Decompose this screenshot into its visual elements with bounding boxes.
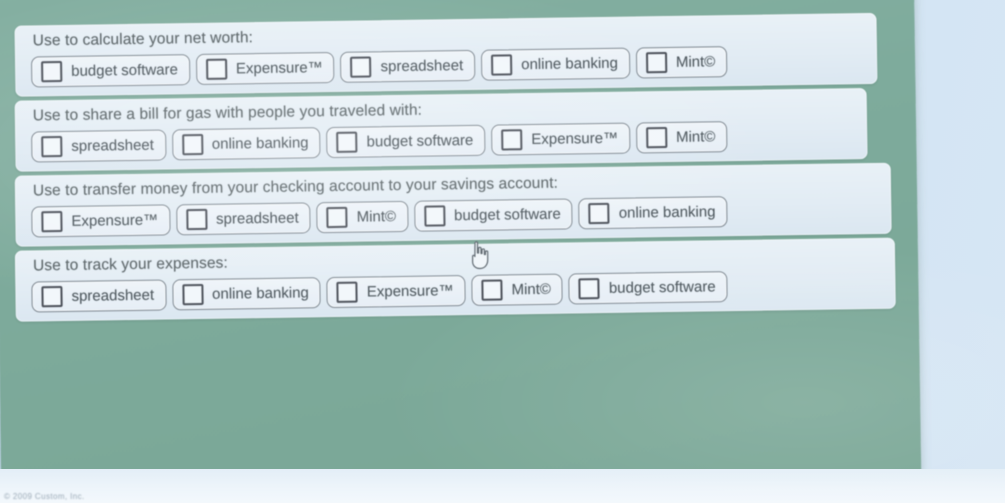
question-card: Use to track your expenses: spreadsheet … xyxy=(14,237,896,322)
checkbox-icon[interactable] xyxy=(41,286,63,308)
option-label: spreadsheet xyxy=(380,57,464,76)
option-label: budget software xyxy=(453,205,561,225)
option-label: budget software xyxy=(71,61,179,80)
checkbox-icon[interactable] xyxy=(336,131,358,153)
option-label: Expensure™ xyxy=(366,282,454,301)
option-button[interactable]: budget software xyxy=(413,198,574,232)
quiz-card-list: Use to calculate your net worth: budget … xyxy=(0,0,921,487)
checkbox-icon[interactable] xyxy=(491,54,513,76)
checkbox-icon[interactable] xyxy=(205,58,228,80)
option-button[interactable]: spreadsheet xyxy=(31,279,167,313)
checkbox-icon[interactable] xyxy=(350,56,372,78)
photo-blur-layer: Use to calculate your net worth: budget … xyxy=(0,0,1005,503)
checkbox-icon[interactable] xyxy=(588,202,610,225)
checkbox-icon[interactable] xyxy=(501,129,523,151)
option-label: online banking xyxy=(211,284,309,303)
option-label: online banking xyxy=(618,203,716,222)
option-row: Expensure™ spreadsheet Mint© budget soft… xyxy=(31,194,881,238)
pointing-hand-cursor xyxy=(472,241,489,270)
option-label: Mint© xyxy=(511,280,552,299)
question-card: Use to transfer money from your checking… xyxy=(14,162,892,247)
option-row: budget software Expensure™ spreadsheet o… xyxy=(30,44,867,88)
option-button[interactable]: Expensure™ xyxy=(31,204,171,238)
option-button[interactable]: Mint© xyxy=(635,46,728,79)
checkbox-icon[interactable] xyxy=(185,208,208,231)
option-button[interactable]: Mint© xyxy=(316,200,409,234)
bottom-strip xyxy=(0,469,1005,503)
option-label: Mint© xyxy=(356,208,397,226)
option-label: Expensure™ xyxy=(235,59,323,78)
screenshot-root: Use to calculate your net worth: budget … xyxy=(0,0,1005,503)
option-label: spreadsheet xyxy=(71,136,154,155)
option-label: budget software xyxy=(608,278,716,297)
checkbox-icon[interactable] xyxy=(181,133,204,156)
option-button[interactable]: online banking xyxy=(171,277,322,311)
option-button[interactable]: Expensure™ xyxy=(195,51,335,86)
option-label: Expensure™ xyxy=(531,129,619,149)
question-card: Use to calculate your net worth: budget … xyxy=(14,12,878,97)
option-button[interactable]: Mint© xyxy=(635,121,728,154)
option-label: online banking xyxy=(211,134,309,153)
option-button[interactable]: online banking xyxy=(171,127,321,161)
option-label: online banking xyxy=(521,54,619,74)
option-button[interactable]: budget software xyxy=(30,54,191,88)
option-label: budget software xyxy=(366,131,474,151)
footer-copyright: © 2009 Custom, Inc. xyxy=(4,492,85,501)
checkbox-icon[interactable] xyxy=(481,279,503,301)
option-button[interactable]: budget software xyxy=(326,124,486,159)
option-button[interactable]: Expensure™ xyxy=(491,122,631,156)
quiz-slide-panel: Use to calculate your net worth: budget … xyxy=(0,0,922,487)
checkbox-icon[interactable] xyxy=(578,278,601,300)
checkbox-icon[interactable] xyxy=(645,127,668,149)
question-card: Use to share a bill for gas with people … xyxy=(14,88,868,172)
option-label: spreadsheet xyxy=(71,286,155,305)
option-button[interactable]: online banking xyxy=(578,196,728,230)
option-button[interactable]: spreadsheet xyxy=(340,49,476,83)
option-row: spreadsheet online banking budget softwa… xyxy=(31,119,857,163)
option-label: Mint© xyxy=(675,128,716,146)
option-button[interactable]: spreadsheet xyxy=(31,129,167,163)
option-button[interactable]: Expensure™ xyxy=(326,275,466,309)
checkbox-icon[interactable] xyxy=(41,60,63,83)
checkbox-icon[interactable] xyxy=(423,205,446,227)
option-button[interactable]: Mint© xyxy=(471,273,564,306)
option-label: Mint© xyxy=(675,53,716,71)
option-button[interactable]: budget software xyxy=(568,271,728,305)
option-button[interactable]: online banking xyxy=(480,47,631,81)
checkbox-icon[interactable] xyxy=(326,206,348,229)
checkbox-icon[interactable] xyxy=(41,211,63,233)
checkbox-icon[interactable] xyxy=(41,136,63,158)
checkbox-icon[interactable] xyxy=(645,52,668,74)
option-button[interactable]: spreadsheet xyxy=(175,202,311,236)
option-row: spreadsheet online banking Expensure™ Mi… xyxy=(31,269,885,313)
option-label: spreadsheet xyxy=(215,209,299,228)
checkbox-icon[interactable] xyxy=(336,281,358,303)
checkbox-icon[interactable] xyxy=(181,283,204,306)
option-label: Expensure™ xyxy=(71,211,159,230)
